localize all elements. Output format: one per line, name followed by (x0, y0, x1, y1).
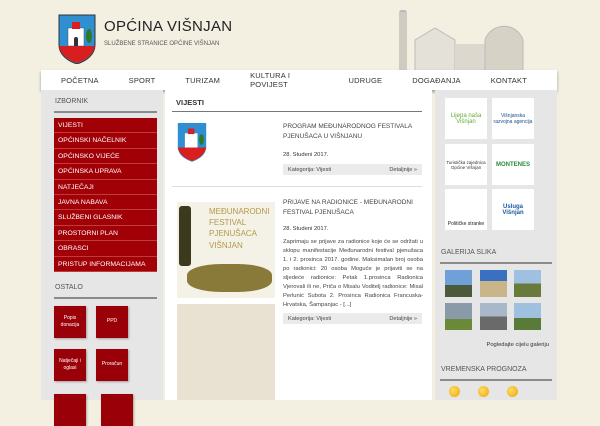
weather-sunny-icon (507, 386, 518, 397)
gallery-thumb[interactable] (480, 270, 507, 297)
menu-item-pristup[interactable]: PRISTUP INFORMACIJAMA (54, 257, 157, 272)
logo-usluga-visnjan[interactable]: Usluga Višnjan (492, 189, 534, 230)
read-more-link[interactable]: Detaljnije » (389, 167, 417, 173)
nav-turizam[interactable]: TURIZAM (185, 76, 220, 85)
news-date: 28. Studeni 2017. (283, 152, 329, 158)
gallery-thumb[interactable] (445, 303, 472, 330)
tile-popis-donacija[interactable]: Popis donacija (54, 306, 86, 338)
divider (172, 186, 422, 187)
site-subtitle: SLUŽBENE STRANICE OPĆINE VIŠNJAN (104, 41, 220, 47)
menu-item-uprava[interactable]: OPĆINSKA UPRAVA (54, 164, 157, 180)
main-nav: POČETNA SPORT TURIZAM KULTURA I POVIJEST… (41, 70, 557, 90)
side-menu: VIJESTI OPĆINSKI NAČELNIK OPĆINSKO VIJEĆ… (54, 118, 157, 272)
divider (440, 262, 552, 264)
menu-heading: IZBORNIK (55, 98, 89, 105)
nav-kultura[interactable]: KULTURA I POVIJEST (250, 71, 318, 89)
logo-politicke-stranke[interactable]: Političke stranke (445, 189, 487, 230)
nav-kontakt[interactable]: KONTAKT (491, 76, 527, 85)
divider (440, 379, 552, 381)
site-title[interactable]: OPĆINA VIŠNJAN (104, 18, 232, 35)
nav-udruge[interactable]: UDRUGE (349, 76, 383, 85)
gallery-link[interactable]: Pogledajte cijelu galeriju (486, 342, 549, 348)
news-image-crest[interactable] (177, 122, 207, 162)
nav-dogadanja[interactable]: DOGAĐANJA (412, 76, 460, 85)
menu-item-obrasci[interactable]: OBRASCI (54, 241, 157, 257)
tile[interactable] (101, 394, 133, 426)
menu-item-natjecaji[interactable]: NATJEČAJI (54, 180, 157, 195)
weather-partly-cloudy-icon (478, 386, 489, 397)
nav-pocetna[interactable]: POČETNA (61, 76, 99, 85)
news-image-festival-poster[interactable]: MEĐUNARODNI FESTIVAL PJENUŠACA VIŠNJAN (177, 202, 275, 298)
coat-of-arms-logo[interactable] (58, 14, 96, 64)
news-heading: VIJESTI (176, 98, 204, 107)
weather-heading: VREMENSKA PROGNOZA (441, 366, 527, 373)
news-meta-bar: Kategorija: Vijesti Detaljnije » (283, 164, 422, 175)
news-image-map[interactable] (177, 304, 275, 400)
news-meta-bar: Kategorija: Vijesti Detaljnije » (283, 313, 422, 324)
right-sidebar: Lijepa naša Višnjan Višnjanska razvojna … (435, 90, 557, 400)
news-title[interactable]: PRIJAVE NA RADIONICE - MEĐUNARODNI FESTI… (283, 198, 423, 218)
tile-ppd[interactable]: PPD (96, 306, 128, 338)
read-more-link[interactable]: Detaljnije » (389, 316, 417, 322)
logo-turisticka-zajednica[interactable]: Turistička zajednica Općine Višnjan (445, 144, 487, 185)
menu-item-javna-nabava[interactable]: JAVNA NABAVA (54, 195, 157, 211)
news-section: VIJESTI PROGRAM MEĐUNARODNOG FESTIVALA P… (165, 90, 432, 400)
divider (172, 111, 422, 112)
menu-item-glasnik[interactable]: SLUŽBENI GLASNIK (54, 210, 157, 226)
church-illustration (399, 10, 524, 72)
tile-natjecaji-oglasi[interactable]: Natječaji i oglasi (54, 349, 86, 381)
divider (54, 297, 157, 299)
news-category[interactable]: Kategorija: Vijesti (288, 316, 331, 322)
other-heading: OSTALO (55, 284, 83, 291)
news-date: 28. Studeni 2017. (283, 226, 329, 232)
gallery-thumb[interactable] (514, 270, 541, 297)
gallery-thumb[interactable] (514, 303, 541, 330)
left-sidebar: IZBORNIK VIJESTI OPĆINSKI NAČELNIK OPĆIN… (41, 90, 163, 426)
logo-montenes[interactable]: MONTENES (492, 144, 534, 185)
divider (54, 111, 157, 113)
tile-proracun[interactable]: Proračun (96, 349, 128, 381)
menu-item-prostorni-plan[interactable]: PROSTORNI PLAN (54, 226, 157, 242)
menu-item-vijece[interactable]: OPĆINSKO VIJEĆE (54, 149, 157, 165)
news-title[interactable]: PROGRAM MEĐUNARODNOG FESTIVALA PJENUŠACA… (283, 122, 423, 142)
weather-partly-cloudy-icon (449, 386, 460, 397)
logo-lijepa-nasa-visnjan[interactable]: Lijepa naša Višnjan (445, 98, 487, 139)
gallery-thumb[interactable] (480, 303, 507, 330)
nav-sport[interactable]: SPORT (129, 76, 156, 85)
logo-razvojna-agencija[interactable]: Višnjanska razvojna agencija (492, 98, 534, 139)
gallery-thumb[interactable] (445, 270, 472, 297)
menu-item-nacelnik[interactable]: OPĆINSKI NAČELNIK (54, 133, 157, 149)
tile[interactable] (54, 394, 86, 426)
gallery-heading: GALERIJA SLIKA (441, 249, 497, 256)
poster-text: MEĐUNARODNI FESTIVAL PJENUŠACA VIŠNJAN (209, 207, 270, 250)
news-category[interactable]: Kategorija: Vijesti (288, 167, 331, 173)
news-excerpt: Zaprimaju se prijave za radionice koje ć… (283, 239, 423, 308)
menu-item-vijesti[interactable]: VIJESTI (54, 118, 157, 134)
